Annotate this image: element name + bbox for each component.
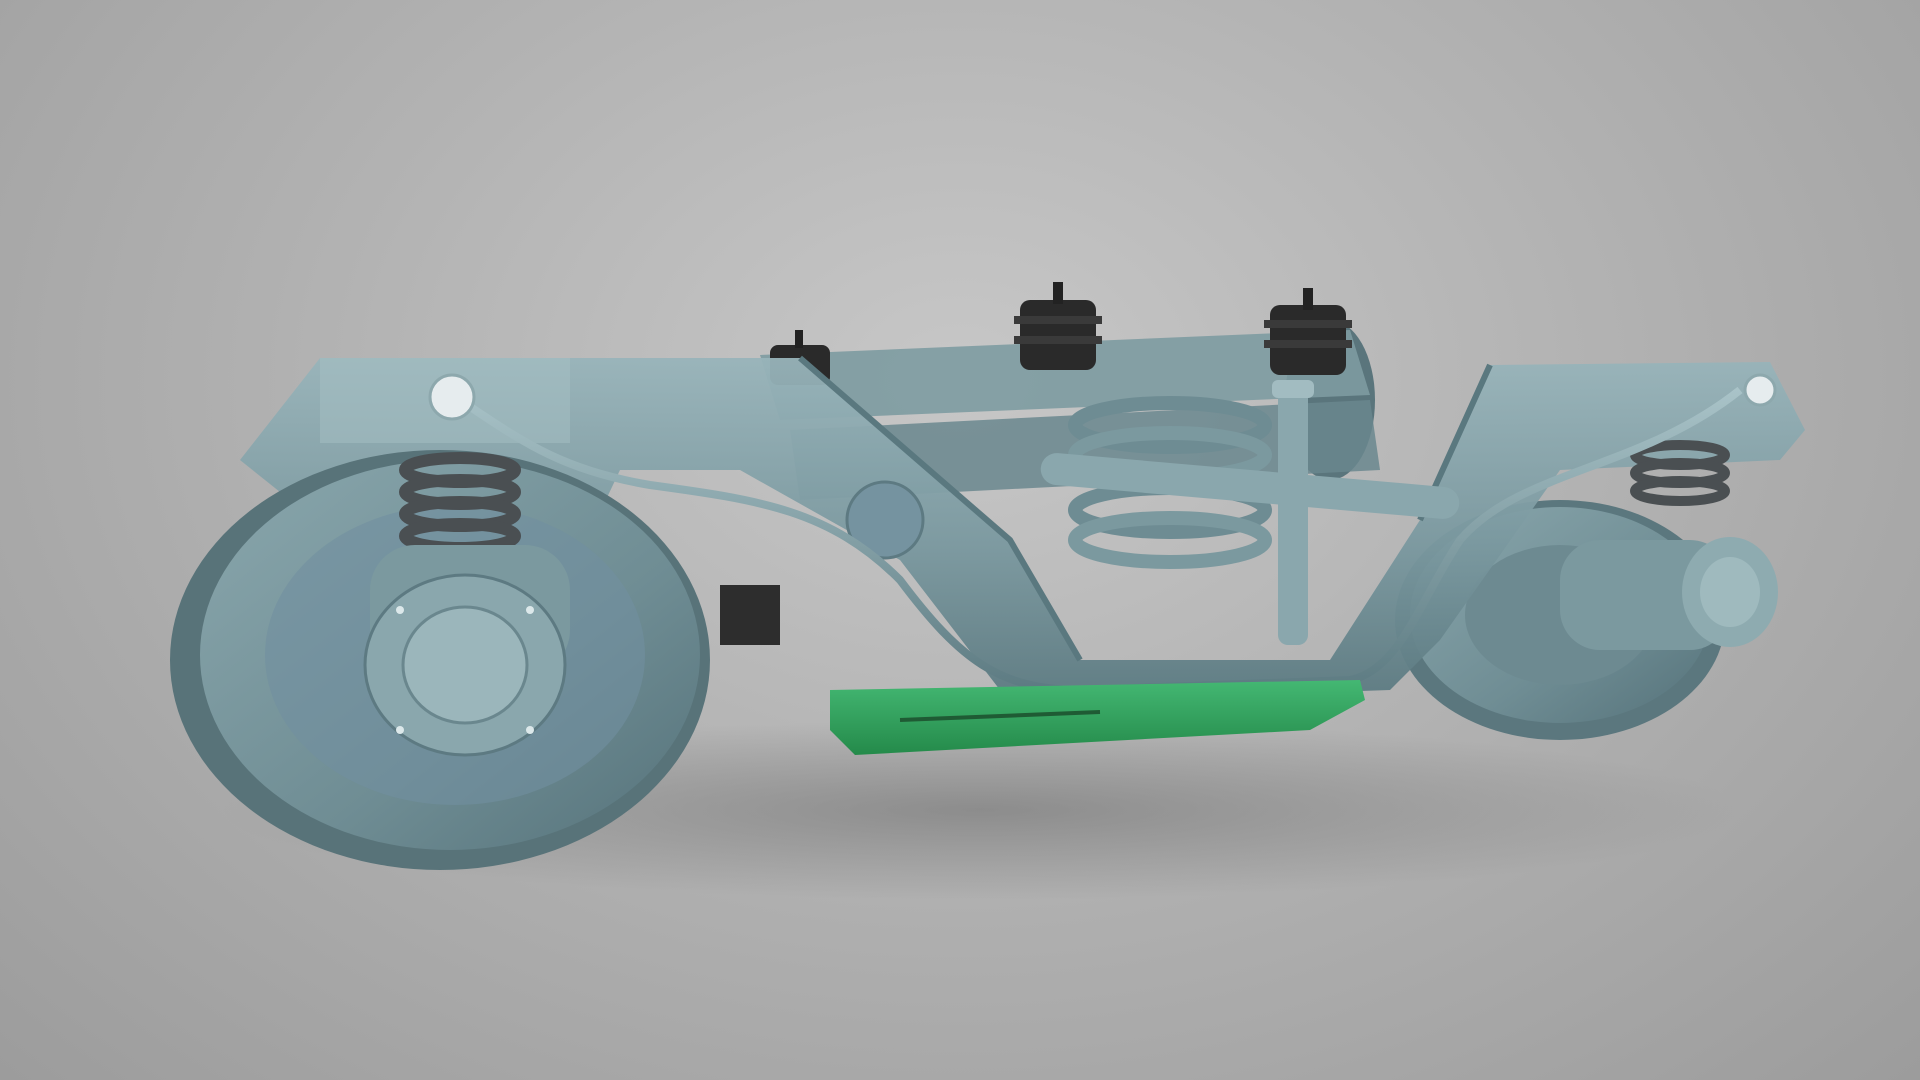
rear-axle-box bbox=[1560, 537, 1778, 650]
front-hose-coupling-icon bbox=[428, 373, 476, 421]
rear-hose-coupling-icon bbox=[1743, 373, 1777, 407]
bogie-render bbox=[170, 282, 1805, 900]
equipment-box bbox=[720, 585, 780, 645]
front-axle-box bbox=[363, 545, 570, 757]
render-viewport bbox=[0, 0, 1920, 1080]
air-spring-1 bbox=[1014, 282, 1102, 370]
vertical-damper bbox=[1272, 380, 1314, 645]
air-spring-2 bbox=[1264, 288, 1352, 375]
